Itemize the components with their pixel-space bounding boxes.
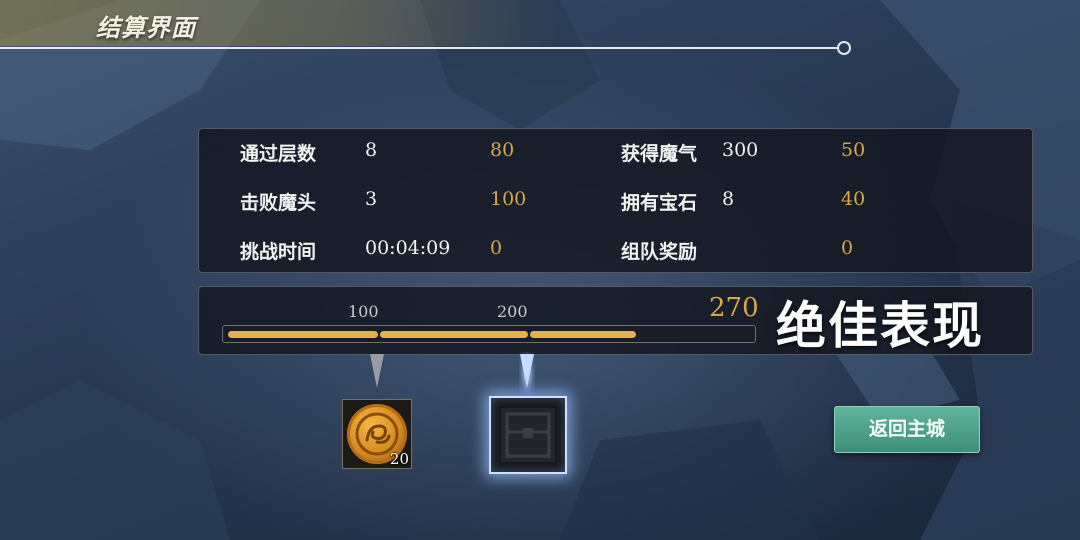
stat-value-bosses: 3 [365,188,378,210]
stat-label-floors: 通过层数 [240,143,317,165]
stat-score-team: 0 [841,237,854,259]
reward-count: 20 [389,450,409,468]
reward-pointer-1 [370,354,384,388]
stat-value-gems: 8 [722,188,735,210]
progress-segment-3 [530,331,636,338]
performance-rating: 绝佳表现 [776,296,984,355]
stat-label-time: 挑战时间 [240,241,317,263]
stat-label-energy: 获得魔气 [621,143,698,165]
reward-pointer-2 [520,354,534,388]
progress-segment-2 [380,331,528,338]
stat-score-time: 0 [490,237,503,259]
progress-tick-100: 100 [348,302,379,321]
locked-chest-icon [501,408,555,462]
stat-label-bosses: 击败魔头 [240,192,317,214]
progress-tick-200: 200 [497,302,528,321]
stat-score-bosses: 100 [490,188,527,210]
stat-score-floors: 80 [490,139,515,161]
stat-value-energy: 300 [722,139,759,161]
return-to-city-button[interactable]: 返回主城 [834,406,980,453]
stat-value-time: 00:04:09 [365,237,451,259]
stat-label-gems: 拥有宝石 [621,192,698,214]
header-banner [0,0,560,46]
reward-slot-chest[interactable] [489,396,567,474]
stat-score-gems: 40 [841,188,866,210]
stats-panel [198,128,1033,273]
stat-label-team: 组队奖励 [621,241,698,263]
header-divider [0,47,840,49]
progress-segment-1 [228,331,378,338]
stat-score-energy: 50 [841,139,866,161]
score-progress-bar [222,325,756,343]
reward-slot-coin[interactable]: 20 [342,399,412,469]
page-title: 结算界面 [96,13,196,42]
total-score: 270 [709,293,759,323]
stat-value-floors: 8 [365,139,378,161]
header-divider-dot [837,41,851,55]
